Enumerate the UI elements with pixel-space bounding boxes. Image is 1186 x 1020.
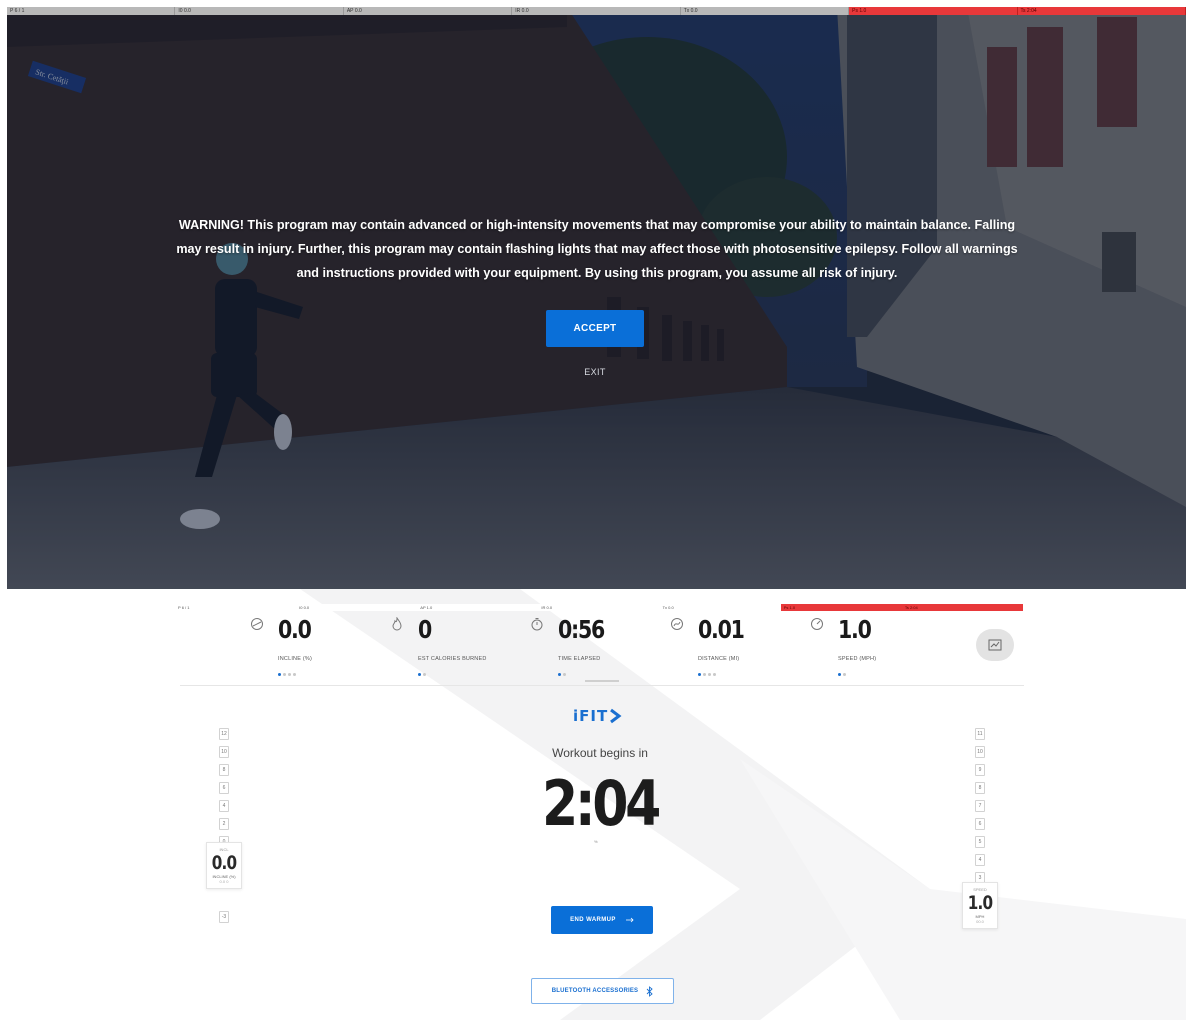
speed-step-button[interactable]: 7: [975, 800, 985, 812]
metric-page-dots: [838, 673, 846, 676]
chevron-right-icon: [610, 708, 622, 724]
metric-speed[interactable]: 1.0 SPEED (MPH): [810, 611, 940, 681]
speed-ladder: 11 10 9 8 7 6 5 4 3: [965, 728, 995, 890]
chart-icon: [988, 639, 1002, 651]
speed-readout[interactable]: SPEED 1.0 MPH 00.0: [962, 882, 998, 929]
metric-page-dots: [698, 673, 716, 676]
strip-cell: I0 0.0: [175, 7, 344, 15]
arrow-right-icon: [625, 917, 634, 923]
metric-time[interactable]: 0:56 TIME ELAPSED: [530, 611, 660, 681]
metric-incline[interactable]: 0.0 INCLINE (%): [250, 611, 380, 681]
metric-label: EST CALORIES BURNED: [418, 656, 487, 662]
metric-page-dots: [558, 673, 566, 676]
ifit-logo: iFIT: [573, 705, 622, 727]
end-warmup-label: END WARMUP: [570, 917, 616, 923]
readout-value: 1.0: [967, 892, 993, 914]
incline-step-button[interactable]: 4: [219, 800, 229, 812]
debug-status-strip-lower: P 6 / 1 I0 0.0 AP 1.0 IR 0.0 Tx 0.0 Ps 1…: [175, 604, 1023, 611]
metrics-bar: 0.0 INCLINE (%) 0 EST CALORIES BURNED 0:…: [250, 611, 950, 681]
metric-label: TIME ELAPSED: [558, 656, 601, 662]
warning-screen: Str. Cetăţii P 6 / 1 I0 0.0 AP 0.0 IR 0.…: [7, 7, 1186, 589]
speed-step-button[interactable]: 10: [975, 746, 985, 758]
warning-message: WARNING! This program may contain advanc…: [176, 218, 1018, 280]
distance-icon: [671, 618, 683, 630]
bluetooth-icon: [646, 985, 653, 997]
scroll-indicator[interactable]: [585, 680, 619, 682]
countdown-mark: %: [594, 839, 598, 844]
workout-begins-label: Workout begins in: [552, 746, 648, 760]
strip-cell: Ps 1.0: [849, 7, 1018, 15]
speed-step-button[interactable]: 9: [975, 764, 985, 776]
metric-value: 0.01: [698, 615, 745, 644]
speed-step-button[interactable]: 6: [975, 818, 985, 830]
incline-readout[interactable]: INCL 0.0 INCLINE (%) 0.0 0: [206, 842, 242, 889]
incline-icon: [251, 618, 263, 630]
metric-value: 0:56: [558, 615, 605, 644]
debug-status-strip: P 6 / 1 I0 0.0 AP 0.0 IR 0.0 Tx 0.0 Ps 1…: [7, 7, 1186, 15]
metrics-divider: [180, 685, 1024, 686]
strip-cell: IR 0.0: [538, 604, 660, 611]
incline-step-button[interactable]: 6: [219, 782, 229, 794]
incline-step-button[interactable]: 8: [219, 764, 229, 776]
end-warmup-button[interactable]: END WARMUP: [551, 906, 653, 934]
strip-cell: IR 0.0: [512, 7, 681, 15]
metric-value: 1.0: [838, 615, 872, 644]
metric-page-dots: [278, 673, 296, 676]
strip-cell: AP 0.0: [343, 7, 513, 15]
strip-cell: Ts 2:04: [1017, 7, 1186, 15]
strip-cell: Tx 0.0: [680, 7, 850, 15]
metric-calories[interactable]: 0 EST CALORIES BURNED: [390, 611, 520, 681]
incline-step-button[interactable]: -3: [219, 911, 229, 923]
incline-step-button[interactable]: 2: [219, 818, 229, 830]
readout-sub: 0.0 0: [219, 879, 229, 884]
strip-cell: Tx 0.0: [659, 604, 781, 611]
speed-step-button[interactable]: 11: [975, 728, 985, 740]
metric-label: INCLINE (%): [278, 656, 312, 662]
strip-cell: I0 0.0: [296, 604, 418, 611]
speed-step-button[interactable]: 4: [975, 854, 985, 866]
readout-sub: 00.0: [976, 919, 984, 924]
strip-cell: Ts 2:04: [901, 604, 1023, 611]
incline-ladder-bottom: -3: [209, 911, 239, 929]
speed-step-button[interactable]: 5: [975, 836, 985, 848]
metric-value: 0.0: [278, 615, 312, 644]
metric-distance[interactable]: 0.01 DISTANCE (MI): [670, 611, 800, 681]
strip-cell: P 6 / 1: [175, 604, 297, 611]
strip-cell: Ps 1.0: [780, 604, 902, 611]
countdown-timer: 2:04: [541, 767, 661, 840]
incline-step-button[interactable]: 10: [219, 746, 229, 758]
bluetooth-accessories-button[interactable]: BLUETOOTH ACCESSORIES: [531, 978, 674, 1004]
flame-icon: [392, 617, 402, 631]
strip-cell: AP 1.0: [417, 604, 539, 611]
incline-ladder: 12 10 8 6 4 2 0: [209, 728, 239, 854]
exit-link[interactable]: EXIT: [567, 367, 623, 377]
stopwatch-icon: [531, 618, 543, 631]
speed-step-button[interactable]: 8: [975, 782, 985, 794]
street-scene-background: Str. Cetăţii: [7, 7, 1186, 589]
metric-value: 0: [418, 615, 432, 644]
readout-value: 0.0: [211, 852, 237, 874]
incline-step-button[interactable]: 12: [219, 728, 229, 740]
logo-text: iFIT: [573, 707, 609, 725]
speedometer-icon: [811, 618, 823, 630]
metric-label: DISTANCE (MI): [698, 656, 740, 662]
stats-chart-button[interactable]: [976, 629, 1014, 661]
metric-page-dots: [418, 673, 426, 676]
metric-label: SPEED (MPH): [838, 656, 877, 662]
bluetooth-label: BLUETOOTH ACCESSORIES: [551, 988, 639, 994]
accept-button[interactable]: ACCEPT: [546, 310, 644, 347]
workout-screen: P 6 / 1 I0 0.0 AP 1.0 IR 0.0 Tx 0.0 Ps 1…: [0, 589, 1186, 1020]
strip-cell: P 6 / 1: [7, 7, 176, 15]
treadmill-app: Str. Cetăţii P 6 / 1 I0 0.0 AP 0.0 IR 0.…: [0, 0, 1186, 1020]
